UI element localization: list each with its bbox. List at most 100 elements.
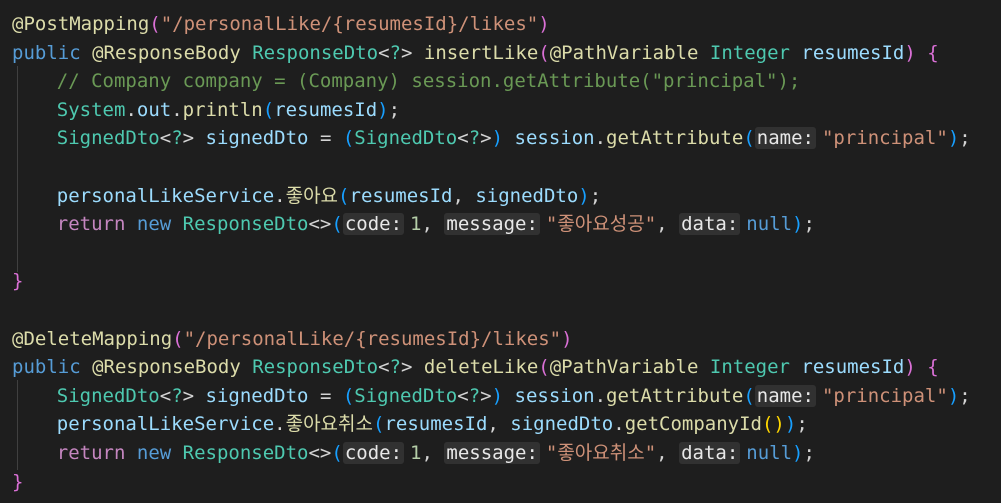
code-token: getAttribute (606, 384, 744, 407)
code-token: ( (538, 356, 550, 379)
code-token: @ResponseBody (92, 356, 253, 379)
code-token: ) (784, 413, 797, 436)
code-token: ( (331, 442, 343, 464)
code-line[interactable]: personalLikeService.좋아요(resumesId, signe… (57, 182, 601, 210)
code-line[interactable]: return new ResponseDto<>(code: 1, message… (57, 210, 815, 238)
code-token: , (656, 442, 680, 464)
code-token: ? (389, 41, 401, 64)
code-token: ? (468, 127, 481, 150)
code-token: System (56, 98, 126, 121)
code-token: . (613, 413, 625, 436)
code-token: ResponseDto (182, 213, 309, 236)
code-token: < (378, 356, 390, 379)
code-token: ResponseDto (252, 41, 379, 64)
code-token: , (452, 184, 476, 207)
code-line[interactable]: public @ResponseBody ResponseDto<?> inse… (12, 39, 939, 67)
code-line[interactable]: } (12, 468, 23, 496)
code-token: ; (589, 184, 602, 207)
code-line[interactable]: SignedDto<?> signedDto = (SignedDto<?>) … (57, 124, 971, 152)
code-token: . (171, 98, 183, 121)
code-token: ) (904, 356, 916, 379)
code-token: ) (377, 98, 389, 121)
code-line[interactable]: @PostMapping("/personalLike/{resumesId}/… (12, 10, 550, 38)
code-token: ; (796, 413, 808, 436)
code-token: null (746, 213, 793, 236)
code-token: < (457, 384, 469, 407)
code-token: "principal" (821, 384, 948, 407)
code-line[interactable]: public @ResponseBody ResponseDto<?> dele… (12, 353, 939, 381)
code-token: ; (803, 442, 815, 464)
code-line[interactable]: } (12, 267, 23, 295)
code-token: { (927, 41, 939, 64)
code-line[interactable]: return new ResponseDto<>(code: 1, message… (57, 439, 815, 467)
code-token: < (159, 384, 172, 407)
code-line[interactable]: SignedDto<?> signedDto = (SignedDto<?>) … (57, 382, 971, 410)
code-token: ) (578, 184, 590, 207)
code-line[interactable]: // Company company = (Company) session.g… (57, 67, 801, 95)
code-token: @PathVariable (549, 41, 710, 64)
code-token: "/personalLike/{resumesId}/likes" (183, 327, 562, 350)
code-token: insertLike (423, 41, 539, 64)
code-token: "좋아요성공" (545, 213, 657, 236)
code-token: > (182, 384, 206, 407)
code-token: . (274, 184, 286, 207)
inlay-hint: data: (679, 442, 741, 464)
code-token: . (274, 413, 286, 436)
code-token: , (656, 213, 680, 236)
code-token: = (308, 384, 343, 407)
code-token: resumesId (801, 356, 905, 379)
code-token: ( (538, 41, 550, 64)
code-token: deleteLike (423, 356, 539, 379)
code-token: ( (342, 384, 355, 407)
code-line[interactable]: @DeleteMapping("/personalLike/{resumesId… (12, 325, 573, 353)
code-token: signedDto (205, 127, 309, 150)
code-token: personalLikeService (56, 184, 275, 207)
code-token: personalLikeService (56, 413, 275, 436)
code-token: out (136, 98, 172, 121)
code-token: return (56, 442, 137, 464)
code-token: ) (491, 384, 504, 407)
code-token: resumesId (384, 413, 488, 436)
code-token: ? (389, 356, 401, 379)
code-token: @PathVariable (549, 356, 710, 379)
code-token: . (594, 384, 607, 407)
code-token: ( (373, 413, 385, 436)
code-token: @DeleteMapping (12, 327, 173, 350)
code-token: resumesId (349, 184, 453, 207)
code-token: , (421, 213, 445, 236)
code-line[interactable]: personalLikeService.좋아요취소(resumesId, sig… (57, 410, 808, 438)
code-token: } (12, 270, 24, 293)
code-token: ( (172, 327, 184, 350)
code-token: < (378, 41, 390, 64)
code-token: 1 (410, 442, 422, 464)
indent-guide (17, 66, 18, 272)
code-editor[interactable]: @PostMapping("/personalLike/{resumesId}/… (0, 0, 1001, 503)
code-token: } (12, 470, 24, 493)
code-token: getAttribute (606, 127, 744, 150)
code-token: < (159, 127, 172, 150)
code-token: ( (338, 184, 350, 207)
inlay-hint: name: (754, 384, 816, 407)
code-token: ? (171, 384, 183, 407)
code-token: "좋아요취소" (545, 442, 657, 464)
inlay-hint: message: (444, 442, 540, 464)
code-token: ResponseDto (182, 442, 309, 464)
code-token: SignedDto (56, 384, 160, 407)
code-token: signedDto (510, 413, 614, 436)
code-token: , (487, 413, 511, 436)
code-token: resumesId (274, 98, 378, 121)
code-token: ( (262, 98, 275, 121)
code-line[interactable]: System.out.println(resumesId); (57, 96, 400, 124)
code-token: println (182, 98, 263, 121)
code-token: <> (308, 213, 332, 236)
code-token: ( (743, 127, 755, 150)
inlay-hint: code: (342, 213, 405, 236)
code-token: public (12, 41, 93, 64)
code-token: > (400, 41, 424, 64)
code-token: 좋아요취소 (285, 413, 373, 436)
code-token: "/personalLike/{resumesId}/likes" (160, 13, 539, 35)
code-token: ( (149, 13, 161, 35)
code-token: ; (388, 98, 401, 121)
